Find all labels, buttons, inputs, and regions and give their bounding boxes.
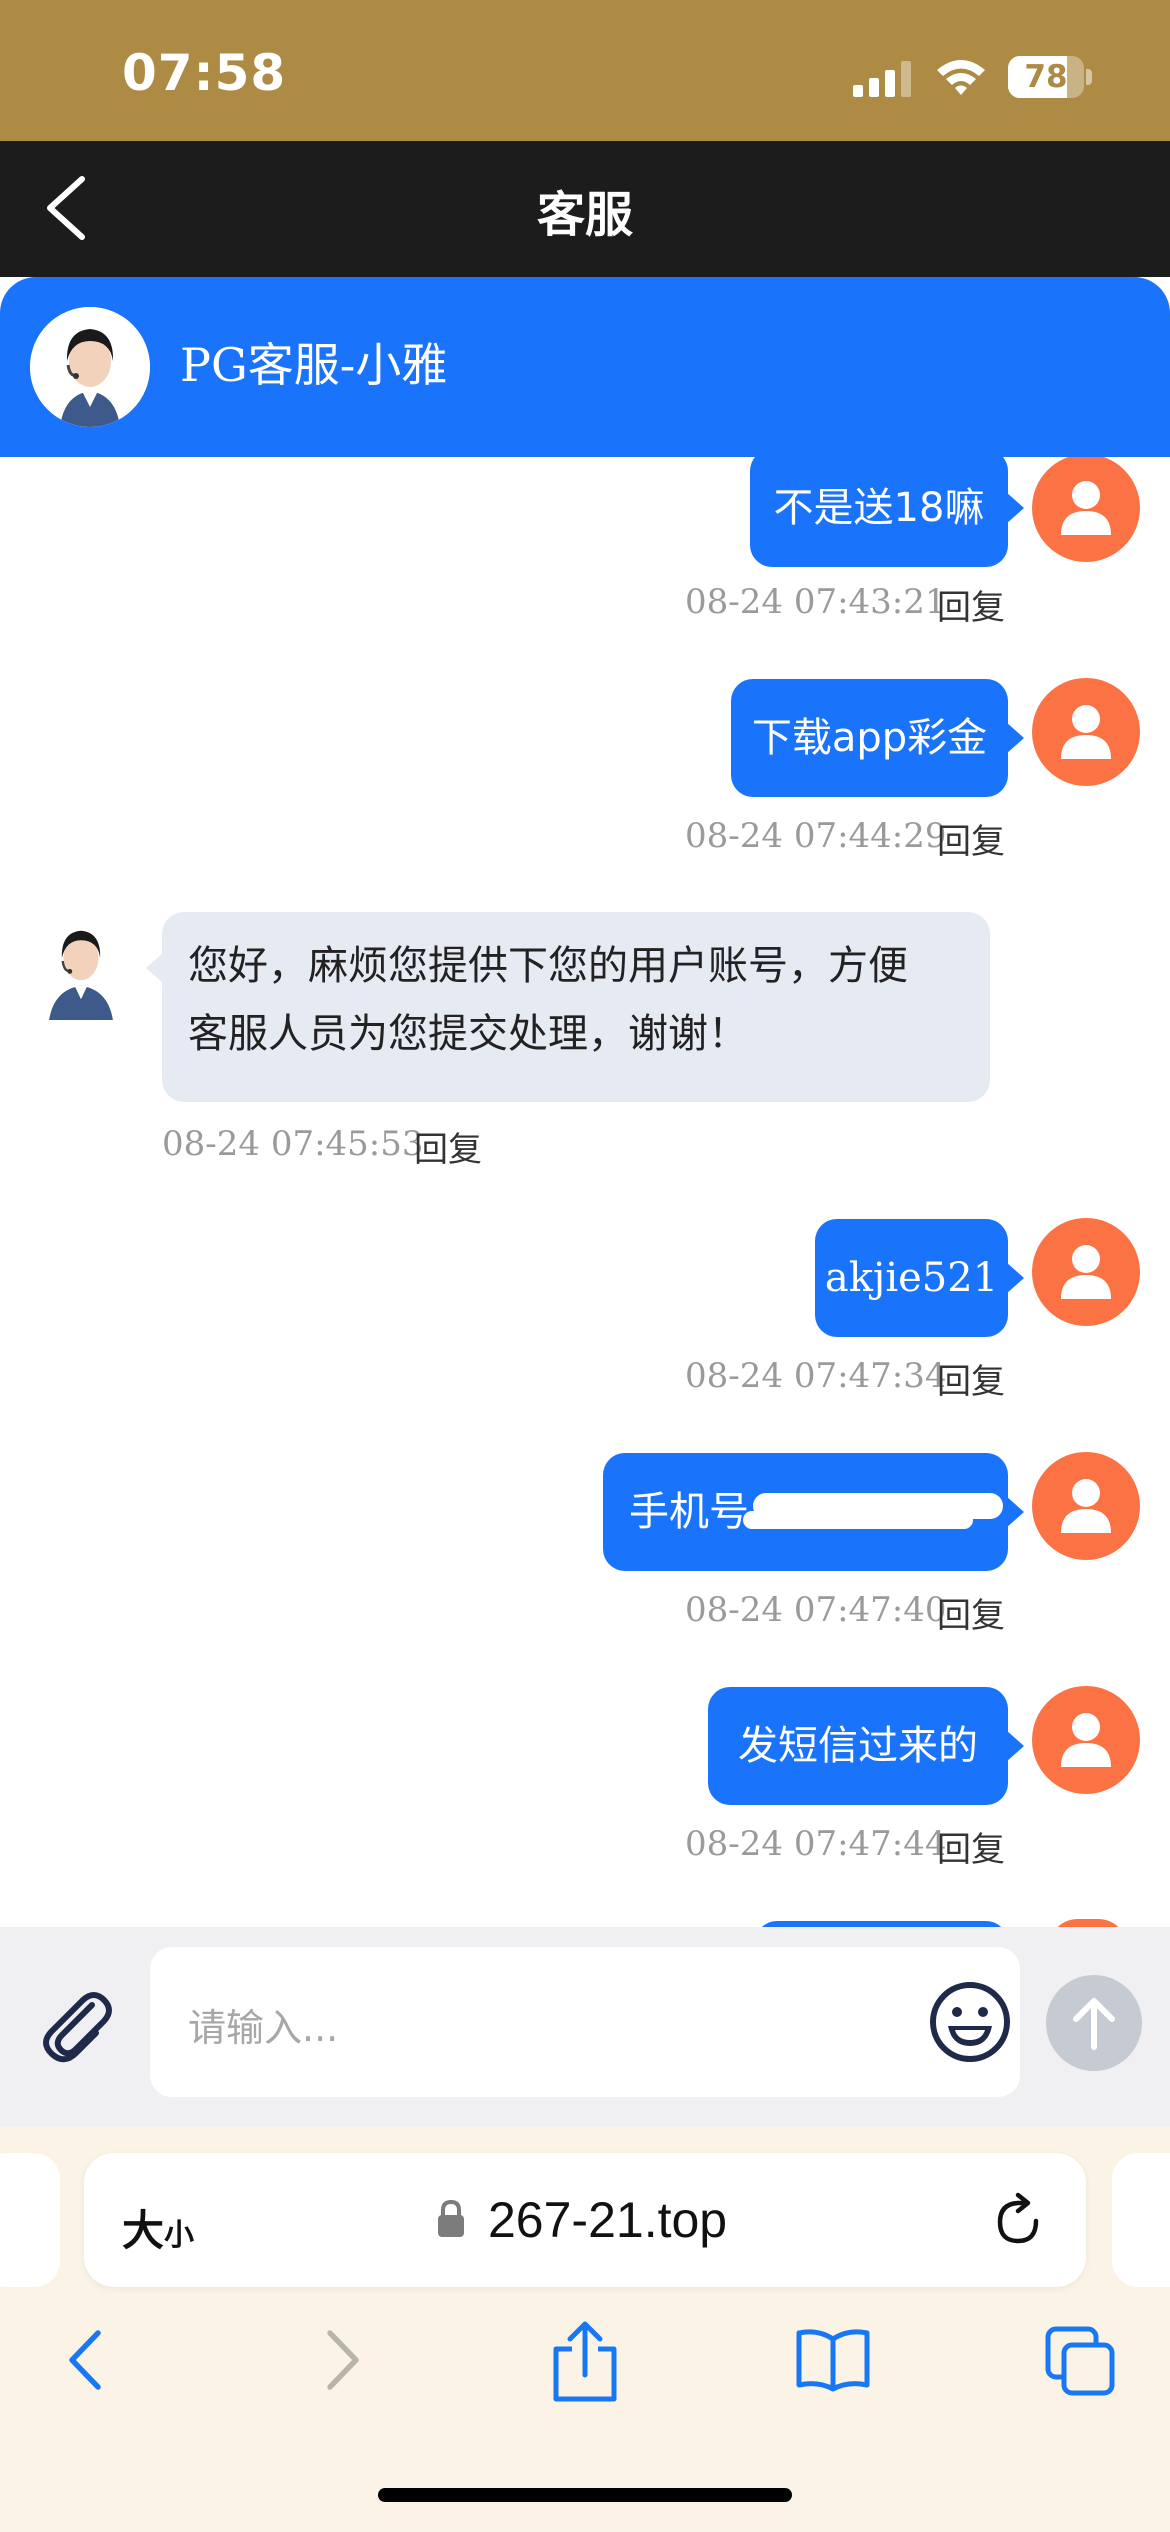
user-avatar-partial: [1048, 1919, 1128, 1927]
reply-link[interactable]: 回复: [414, 1122, 482, 1171]
message-text: akjie521: [824, 1255, 999, 1301]
message-bubble-outgoing: 下载app彩金: [731, 679, 1024, 797]
send-arrow-icon: [1073, 1998, 1115, 2050]
reply-link[interactable]: 回复: [937, 1822, 1005, 1871]
size-label-small: 小: [164, 2218, 195, 2253]
message-text: 发短信过来的: [738, 1723, 978, 1769]
message-bubble-outgoing: 手机号: [603, 1453, 1024, 1571]
size-label-big: 大: [122, 2206, 165, 2255]
nav-header: 客服: [0, 141, 1170, 277]
next-tab-preview[interactable]: [1112, 2153, 1170, 2287]
send-button[interactable]: [1046, 1975, 1142, 2071]
paperclip-icon[interactable]: [34, 1983, 116, 2065]
page-title: 客服: [536, 187, 633, 243]
user-avatar: [1032, 1686, 1140, 1794]
forward-arrow-icon[interactable]: [318, 2325, 364, 2395]
message-bubble-outgoing: akjie521: [815, 1219, 1024, 1337]
browser-toolbar: 大小 267-21.top: [0, 2127, 1170, 2532]
message-bubble-outgoing: 发短信过来的: [708, 1687, 1024, 1805]
emoji-icon[interactable]: [928, 1980, 1012, 2064]
page-size-button[interactable]: 大小: [122, 2197, 194, 2258]
address-bar[interactable]: 大小 267-21.top: [84, 2153, 1086, 2287]
home-indicator[interactable]: [378, 2488, 792, 2502]
message-timestamp: 08-24 07:47:44: [685, 1824, 947, 1864]
agent-avatar-small: [33, 910, 129, 1020]
status-bar: 07:58 78: [0, 0, 1170, 141]
message-timestamp: 08-24 07:45:53: [162, 1124, 424, 1164]
share-icon[interactable]: [548, 2319, 622, 2403]
user-avatar: [1032, 1452, 1140, 1560]
previous-tab-preview[interactable]: [0, 2153, 60, 2287]
reply-link[interactable]: 回复: [937, 1354, 1005, 1403]
message-input-bar: 请输入...: [0, 1927, 1170, 2127]
tabs-icon[interactable]: [1044, 2325, 1116, 2397]
message-text: 不是送18嘛: [773, 485, 985, 531]
bookmarks-icon[interactable]: [794, 2327, 872, 2393]
user-avatar: [1032, 678, 1140, 786]
agent-avatar: [30, 307, 150, 427]
message-text-line: 客服人员为您提交处理，谢谢！: [188, 1011, 748, 1057]
input-placeholder: 请输入...: [188, 2006, 339, 2050]
message-text-line: 您好，麻烦您提供下您的用户账号，方便: [188, 943, 908, 989]
message-text: 下载app彩金: [751, 715, 988, 761]
user-avatar: [1032, 457, 1140, 562]
message-input[interactable]: 请输入...: [150, 1947, 1020, 2097]
message-timestamp: 08-24 07:43:21: [685, 582, 947, 622]
agent-header: PG客服-小雅: [0, 277, 1170, 457]
chat-area[interactable]: 不是送18嘛 08-24 07:43:21 回复 下载app彩金 08-24 0…: [0, 457, 1170, 1927]
lock-icon: [438, 2199, 464, 2237]
message-timestamp: 08-24 07:47:34: [685, 1356, 947, 1396]
redaction-scribble: [743, 1511, 973, 1529]
reply-link[interactable]: 回复: [937, 580, 1005, 629]
message-bubble-outgoing: 不是送18嘛: [750, 457, 1024, 567]
signal-icon: [853, 61, 911, 97]
wifi-icon: [937, 60, 985, 95]
message-bubble-incoming: 您好，麻烦您提供下您的用户账号，方便 客服人员为您提交处理，谢谢！: [146, 912, 990, 1102]
reload-icon[interactable]: [990, 2191, 1046, 2249]
reply-link[interactable]: 回复: [937, 1588, 1005, 1637]
battery-level: 78: [1024, 59, 1068, 95]
battery-icon: 78: [1008, 56, 1092, 98]
reply-link[interactable]: 回复: [937, 814, 1005, 863]
message-timestamp: 08-24 07:44:29: [685, 816, 947, 856]
back-arrow-icon[interactable]: [64, 2325, 110, 2395]
message-text: 手机号: [629, 1489, 749, 1535]
status-time: 07:58: [122, 44, 287, 102]
url-text: 267-21.top: [488, 2192, 728, 2248]
user-avatar: [1032, 1218, 1140, 1326]
message-timestamp: 08-24 07:47:40: [685, 1590, 947, 1630]
agent-name: PG客服-小雅: [180, 338, 448, 392]
